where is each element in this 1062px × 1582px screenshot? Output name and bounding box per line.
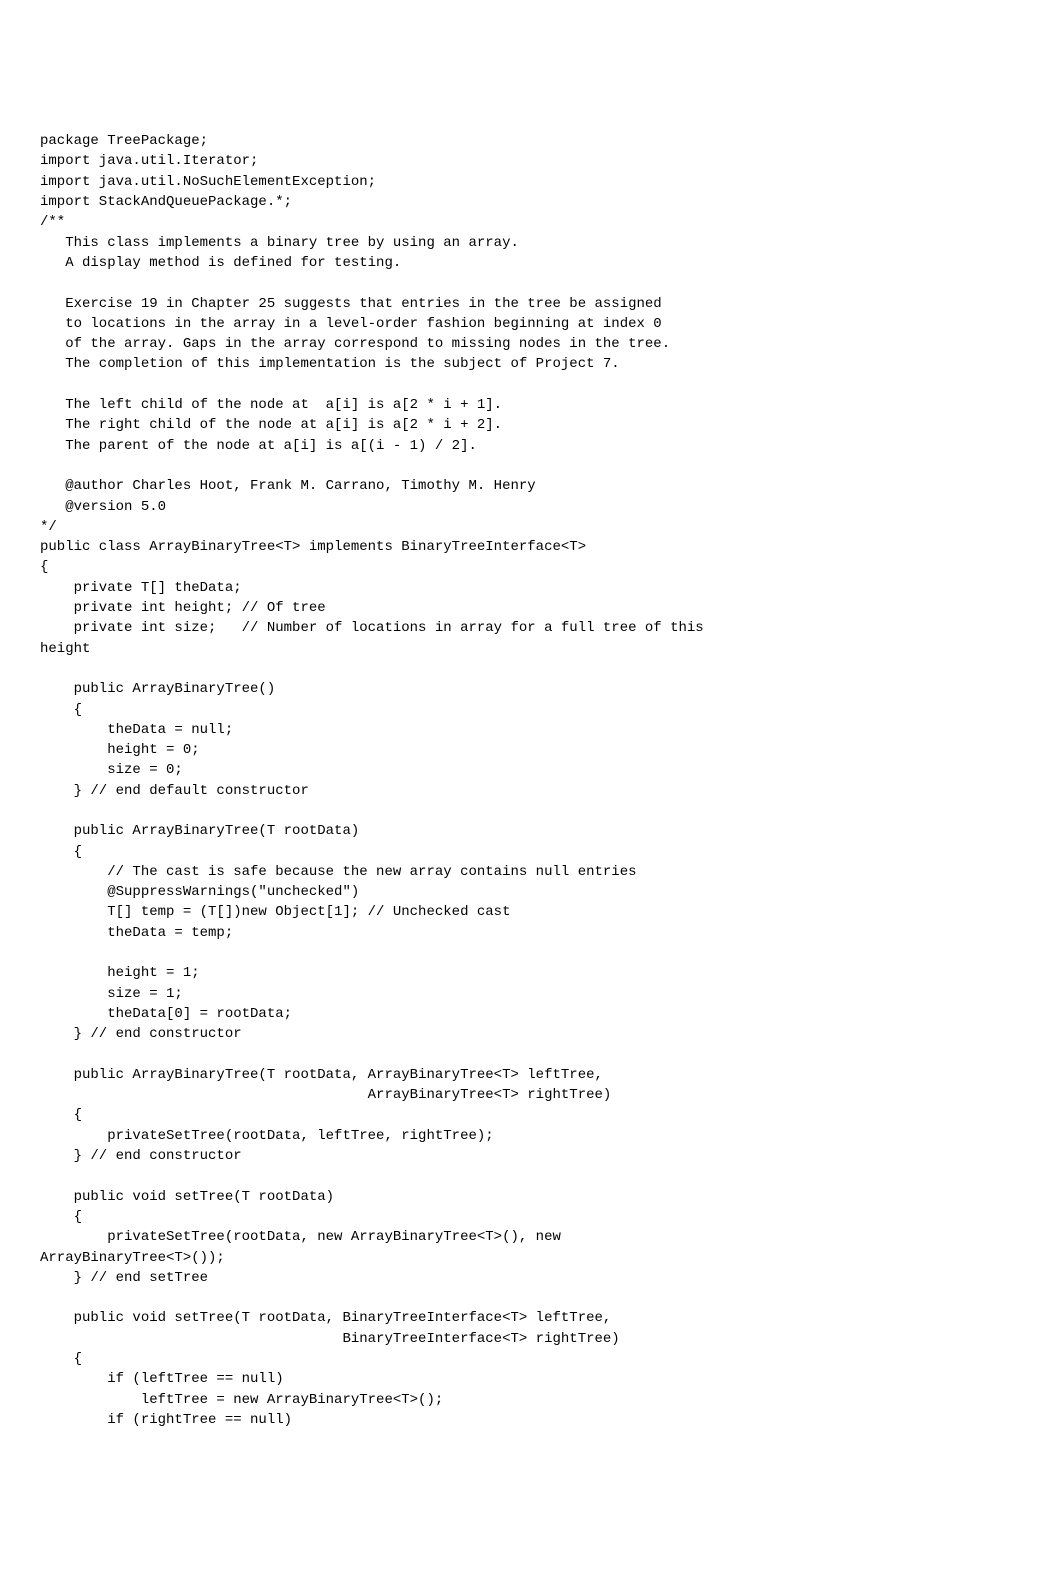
code-line: private T[] theData;: [40, 580, 242, 596]
code-line: of the array. Gaps in the array correspo…: [40, 336, 670, 352]
code-line: } // end constructor: [40, 1148, 242, 1164]
code-line: public ArrayBinaryTree(): [40, 681, 275, 697]
code-line: BinaryTreeInterface<T> rightTree): [40, 1331, 620, 1347]
code-line: public ArrayBinaryTree(T rootData, Array…: [40, 1067, 603, 1083]
code-line: private int height; // Of tree: [40, 600, 326, 616]
code-line: public void setTree(T rootData, BinaryTr…: [40, 1310, 611, 1326]
code-line: {: [40, 1209, 82, 1225]
code-line: import StackAndQueuePackage.*;: [40, 194, 292, 210]
code-line: A display method is defined for testing.: [40, 255, 401, 271]
code-line: ArrayBinaryTree<T> rightTree): [40, 1087, 611, 1103]
code-line: @author Charles Hoot, Frank M. Carrano, …: [40, 478, 536, 494]
code-line: {: [40, 702, 82, 718]
code-line: @version 5.0: [40, 499, 166, 515]
code-line: if (rightTree == null): [40, 1412, 292, 1428]
code-line: import java.util.Iterator;: [40, 153, 258, 169]
code-line: import java.util.NoSuchElementException;: [40, 174, 376, 190]
code-line: size = 0;: [40, 762, 183, 778]
code-line: if (leftTree == null): [40, 1371, 284, 1387]
code-line: */: [40, 519, 57, 535]
code-line: {: [40, 844, 82, 860]
code-line: theData = temp;: [40, 925, 233, 941]
code-line: T[] temp = (T[])new Object[1]; // Unchec…: [40, 904, 510, 920]
code-line: leftTree = new ArrayBinaryTree<T>();: [40, 1392, 443, 1408]
code-line: } // end default constructor: [40, 783, 309, 799]
code-line: height: [40, 641, 90, 657]
code-line: {: [40, 1351, 82, 1367]
code-line: {: [40, 559, 57, 575]
code-line: public class ArrayBinaryTree<T> implemen…: [40, 539, 586, 555]
code-line: } // end constructor: [40, 1026, 242, 1042]
code-line: ArrayBinaryTree<T>());: [40, 1250, 225, 1266]
code-line: public void setTree(T rootData): [40, 1189, 334, 1205]
code-document: package TreePackage; import java.util.It…: [40, 131, 1022, 1430]
code-line: @SuppressWarnings("unchecked"): [40, 884, 359, 900]
code-line: /**: [40, 214, 65, 230]
code-line: } // end setTree: [40, 1270, 208, 1286]
code-line: height = 1;: [40, 965, 200, 981]
code-line: The left child of the node at a[i] is a[…: [40, 397, 502, 413]
code-line: // The cast is safe because the new arra…: [40, 864, 637, 880]
code-line: privateSetTree(rootData, new ArrayBinary…: [40, 1229, 561, 1245]
code-line: The completion of this implementation is…: [40, 356, 620, 372]
code-line: package TreePackage;: [40, 133, 208, 149]
code-line: The parent of the node at a[i] is a[(i -…: [40, 438, 477, 454]
code-line: {: [40, 1107, 82, 1123]
code-line: privateSetTree(rootData, leftTree, right…: [40, 1128, 494, 1144]
code-line: The right child of the node at a[i] is a…: [40, 417, 502, 433]
code-line: height = 0;: [40, 742, 200, 758]
code-line: Exercise 19 in Chapter 25 suggests that …: [40, 296, 662, 312]
code-line: This class implements a binary tree by u…: [40, 235, 519, 251]
code-line: private int size; // Number of locations…: [40, 620, 704, 636]
code-line: to locations in the array in a level-ord…: [40, 316, 662, 332]
code-line: theData = null;: [40, 722, 233, 738]
code-line: theData[0] = rootData;: [40, 1006, 292, 1022]
code-line: public ArrayBinaryTree(T rootData): [40, 823, 359, 839]
code-line: size = 1;: [40, 986, 183, 1002]
